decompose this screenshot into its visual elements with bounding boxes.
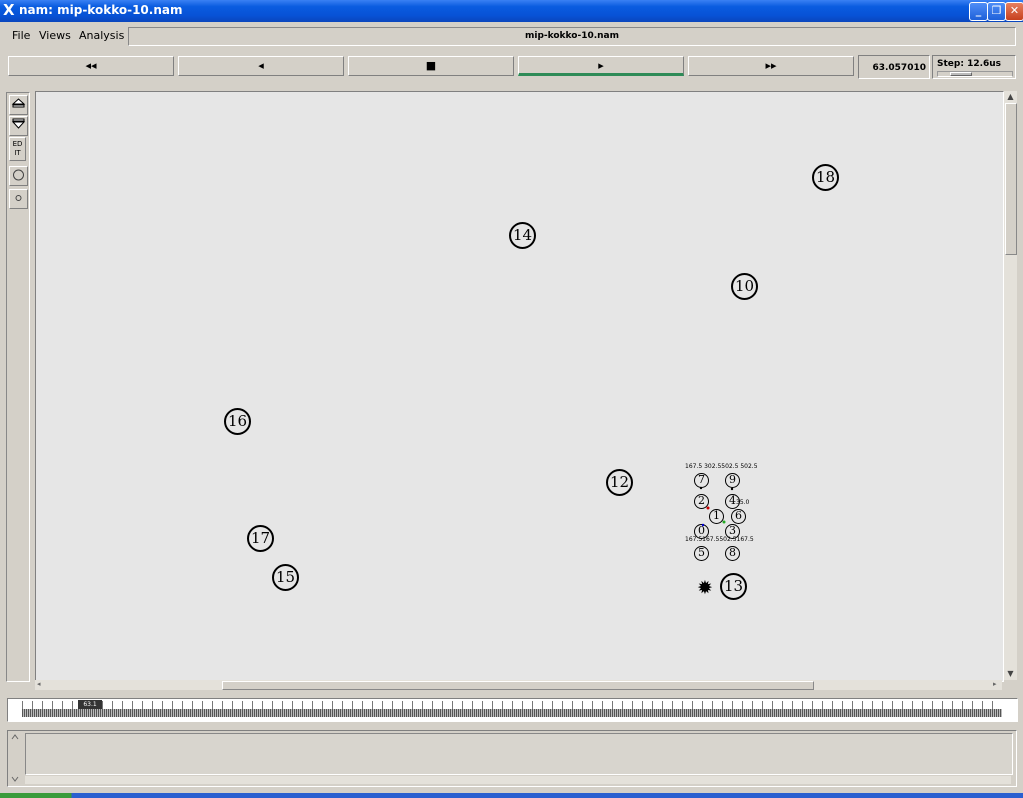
cluster-label-top: 167.5 302.5502.5 502.5 (685, 463, 758, 470)
step-back-button[interactable]: ◂ (178, 56, 344, 76)
zoom-out-icon[interactable] (9, 116, 28, 136)
x-logo-icon: X (3, 1, 15, 19)
annotation-panel (7, 730, 1017, 787)
zoom-in-icon[interactable] (9, 95, 28, 115)
scroll-up-icon[interactable]: ▲ (1004, 91, 1017, 103)
node-15[interactable]: 15 (272, 564, 299, 591)
menu-views[interactable]: Views (39, 29, 71, 42)
step-slider[interactable] (937, 71, 1013, 77)
canvas-horizontal-scrollbar[interactable]: ◂ ▸ (35, 680, 1002, 690)
window-title-bar: X nam: mip-kokko-10.nam _ ❐ ✕ (0, 0, 1023, 22)
annotation-horizontal-scrollbar[interactable] (25, 776, 1011, 784)
node-8[interactable]: 8 (725, 546, 740, 561)
timeline-slider[interactable]: 63.1 (7, 698, 1018, 722)
menu-file[interactable]: File (12, 29, 30, 42)
fast-forward-button[interactable]: ▸▸ (688, 56, 854, 76)
rewind-button[interactable]: ◂◂ (8, 56, 174, 76)
window-title: nam: mip-kokko-10.nam (19, 3, 183, 17)
mobile-agent-icon: ✹ (697, 577, 713, 599)
vertical-scroll-thumb[interactable] (1005, 103, 1017, 255)
step-label: Step: 12.6us (937, 59, 1002, 69)
annotation-list[interactable] (25, 733, 1013, 775)
time-display: 63.057010 (858, 55, 930, 79)
scroll-right-icon[interactable]: ▸ (993, 680, 997, 688)
scroll-left-icon[interactable]: ◂ (37, 680, 41, 688)
left-toolbar: ED IT (6, 92, 30, 682)
node-16[interactable]: 16 (224, 408, 251, 435)
taskbar-strip (0, 793, 1023, 798)
timeline-marker[interactable]: 63.1 (78, 700, 102, 709)
play-button[interactable]: ▸ (518, 56, 684, 76)
node-14[interactable]: 14 (509, 222, 536, 249)
node-5[interactable]: 5 (694, 546, 709, 561)
timeline-ticks (22, 701, 1002, 717)
edit-button[interactable]: ED IT (9, 137, 26, 161)
stop-button[interactable]: ■ (348, 56, 514, 76)
trace-filename: mip-kokko-10.nam (128, 27, 1016, 46)
scroll-down-icon[interactable]: ▼ (1004, 668, 1017, 680)
node-10[interactable]: 10 (731, 273, 758, 300)
canvas-vertical-scrollbar[interactable]: ▲ ▼ (1004, 91, 1017, 680)
maximize-button[interactable]: ❐ (987, 2, 1006, 21)
step-control: Step: 12.6us (932, 55, 1016, 79)
cluster-label-bottom: 167.5167.5502.5167.5 (685, 536, 754, 543)
horizontal-scroll-thumb[interactable] (222, 681, 814, 690)
node-13[interactable]: 13 (720, 573, 747, 600)
close-button[interactable]: ✕ (1005, 2, 1023, 21)
node-size-large-icon[interactable] (9, 166, 28, 186)
minimize-button[interactable]: _ (969, 2, 988, 21)
node-18[interactable]: 18 (812, 164, 839, 191)
menu-analysis[interactable]: Analysis (79, 29, 124, 42)
network-canvas[interactable]: 18 14 10 16 12 17 15 13 167.5 302.5502.5… (35, 91, 1004, 682)
packet-markers (699, 486, 734, 527)
step-slider-thumb[interactable] (950, 72, 972, 76)
node-12[interactable]: 12 (606, 469, 633, 496)
node-17[interactable]: 17 (247, 525, 274, 552)
node-size-small-icon[interactable] (9, 189, 28, 209)
annotation-scrollbar[interactable] (10, 733, 20, 783)
